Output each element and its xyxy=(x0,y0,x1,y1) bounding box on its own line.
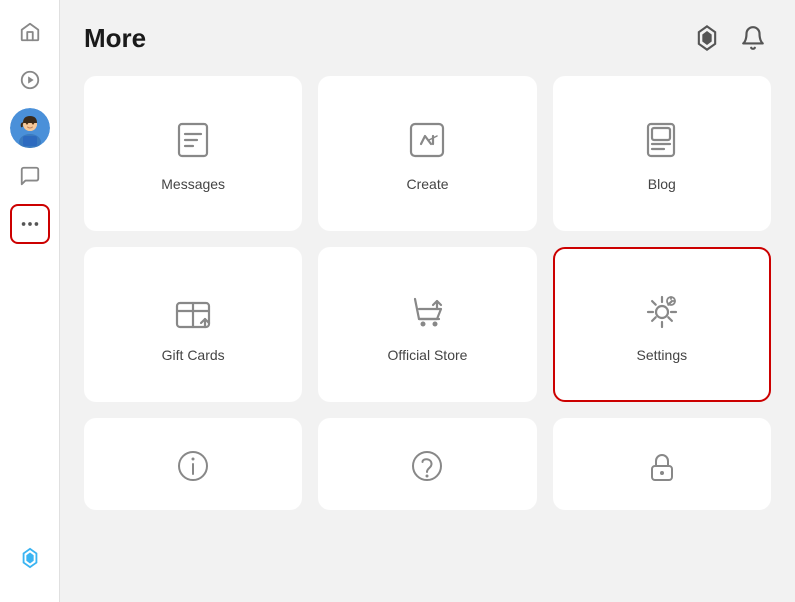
create-label: Create xyxy=(406,176,448,192)
settings-label: Settings xyxy=(637,347,688,363)
header-icons xyxy=(689,20,771,56)
sidebar-avatar[interactable] xyxy=(10,108,50,148)
more-grid: Messages Create xyxy=(84,76,771,510)
help-icon xyxy=(407,446,447,486)
create-icon xyxy=(403,116,451,164)
messages-icon xyxy=(169,116,217,164)
settings-icon xyxy=(638,287,686,335)
official-store-label: Official Store xyxy=(388,347,468,363)
official-store-card[interactable]: Official Store xyxy=(318,247,536,402)
lock-icon xyxy=(642,446,682,486)
messages-card[interactable]: Messages xyxy=(84,76,302,231)
more-icon xyxy=(19,213,41,235)
settings-card[interactable]: Settings xyxy=(553,247,771,402)
blog-card[interactable]: Blog xyxy=(553,76,771,231)
page-title: More xyxy=(84,23,146,54)
robux-header-button[interactable] xyxy=(689,20,725,56)
sidebar-item-robux[interactable] xyxy=(10,538,50,578)
blog-icon xyxy=(638,116,686,164)
lock-card[interactable] xyxy=(553,418,771,510)
sidebar xyxy=(0,0,60,602)
sidebar-item-home[interactable] xyxy=(10,12,50,52)
main-content: More xyxy=(60,0,795,602)
official-store-icon xyxy=(403,287,451,335)
create-card[interactable]: Create xyxy=(318,76,536,231)
header: More xyxy=(84,20,771,56)
gift-cards-card[interactable]: Gift Cards xyxy=(84,247,302,402)
robux-header-icon xyxy=(693,24,721,52)
robux-icon xyxy=(19,547,41,569)
gift-cards-label: Gift Cards xyxy=(162,347,225,363)
messages-label: Messages xyxy=(161,176,225,192)
bell-icon xyxy=(740,25,766,51)
sidebar-item-discover[interactable] xyxy=(10,60,50,100)
notifications-button[interactable] xyxy=(735,20,771,56)
gift-cards-icon xyxy=(169,287,217,335)
sidebar-item-more[interactable] xyxy=(10,204,50,244)
info-icon xyxy=(173,446,213,486)
discover-icon xyxy=(19,69,41,91)
info-card[interactable] xyxy=(84,418,302,510)
sidebar-item-chat[interactable] xyxy=(10,156,50,196)
home-icon xyxy=(19,21,41,43)
chat-icon xyxy=(19,165,41,187)
blog-label: Blog xyxy=(648,176,676,192)
help-card[interactable] xyxy=(318,418,536,510)
